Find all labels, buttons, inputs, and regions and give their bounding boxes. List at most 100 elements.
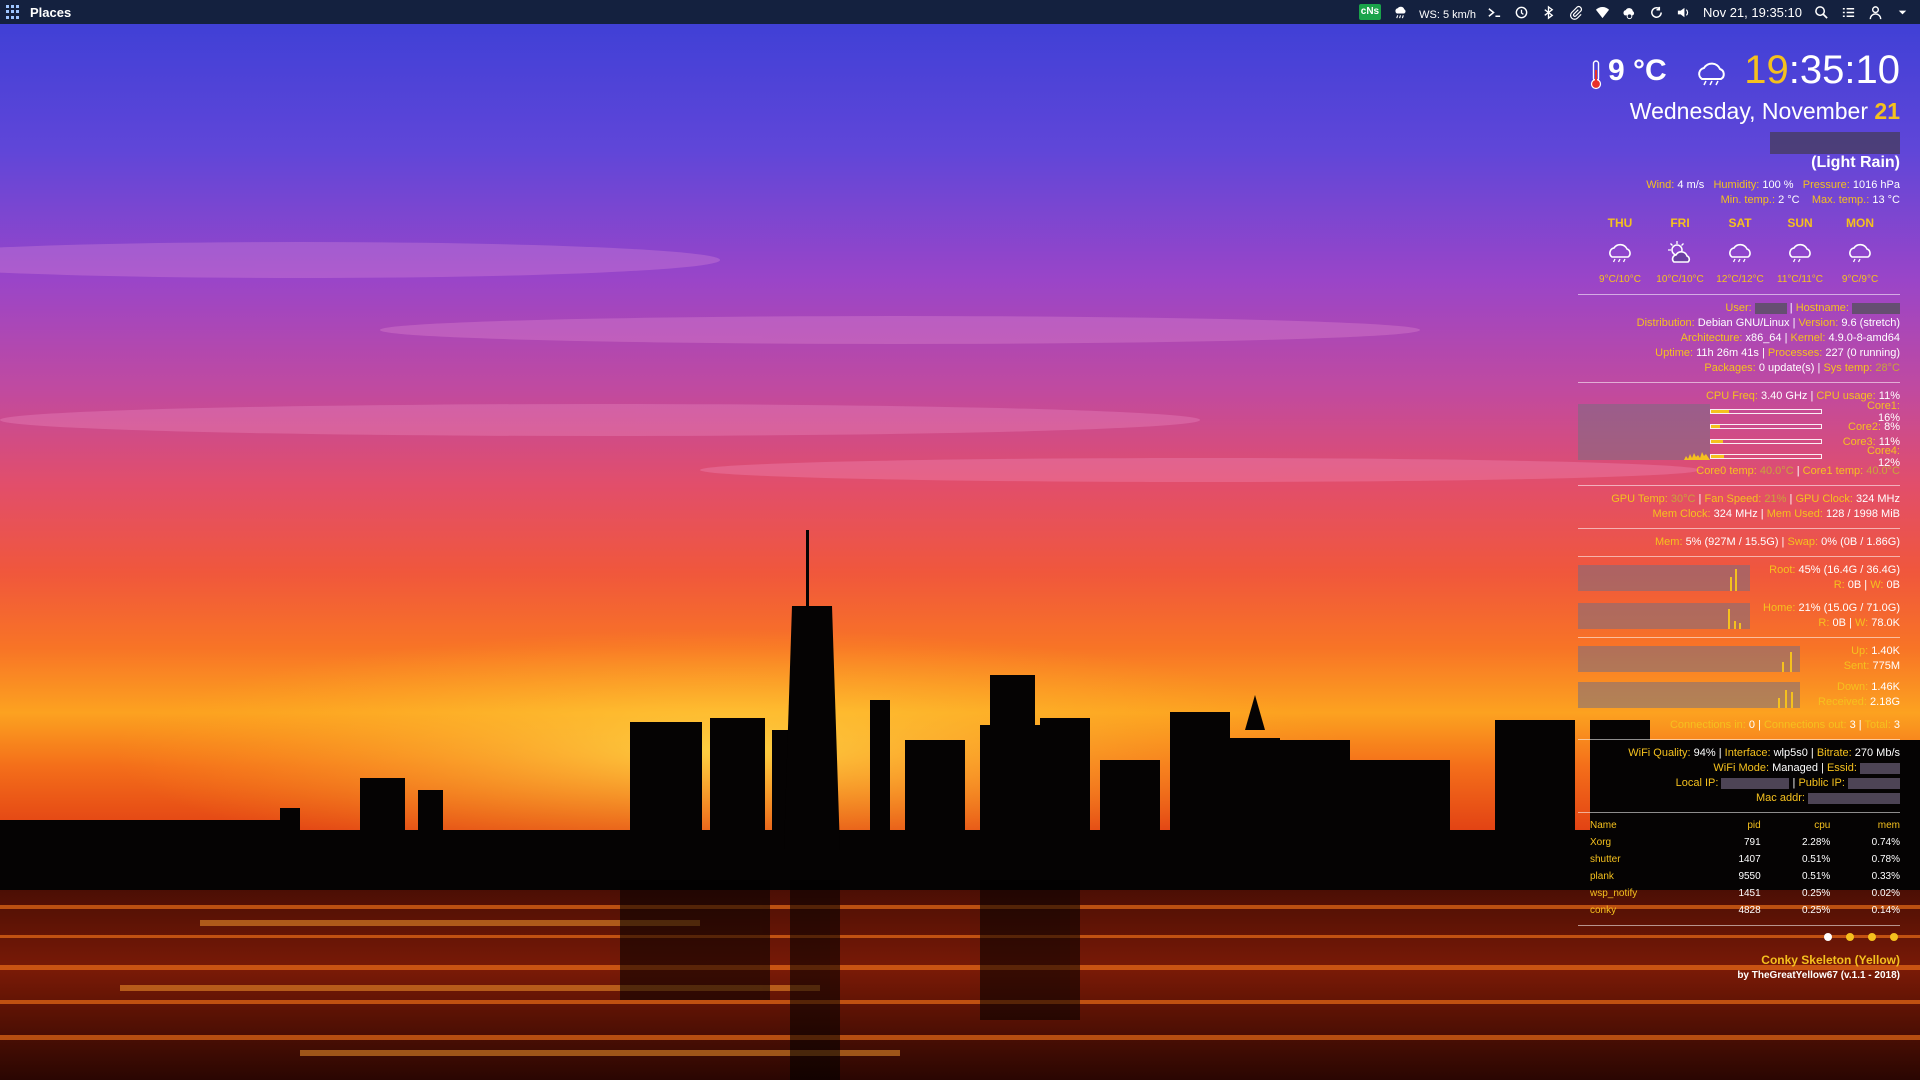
rain-cloud-icon <box>1789 243 1811 263</box>
uptime-row: Uptime: 11h 26m 41s | Processes: 227 (0 … <box>1655 347 1900 359</box>
page-dot[interactable] <box>1868 933 1876 941</box>
core-bar-fill <box>1711 425 1720 428</box>
swap-label: Swap: <box>1787 536 1819 548</box>
home-write-value: 78.0K <box>1871 617 1900 629</box>
connections-out-value: 3 <box>1849 719 1856 731</box>
user-host-row: User: | Hostname: <box>1578 301 1900 316</box>
conky-clock: 19:35:10 <box>1744 48 1900 93</box>
uptime-value: 11h 26m 41s <box>1696 347 1759 359</box>
forecast-temps: 12°C/12°C <box>1716 274 1764 285</box>
mem-used-value: 128 / 1998 MiB <box>1826 508 1900 520</box>
history-icon[interactable] <box>1514 4 1530 20</box>
connections-row: Connections in: 0 | Connections out: 3 |… <box>1669 719 1900 731</box>
page-dot[interactable] <box>1846 933 1854 941</box>
chevron-down-icon[interactable] <box>1894 4 1910 20</box>
refresh-icon[interactable] <box>1649 4 1665 20</box>
forecast-day-name: THU <box>1607 216 1633 230</box>
sent-value: 775M <box>1872 660 1900 672</box>
places-menu[interactable]: Places <box>30 5 71 20</box>
distro-row: Distribution: Debian GNU/Linux | Version… <box>1636 317 1900 329</box>
cpu-freq-value: 3.40 GHz <box>1760 390 1808 402</box>
root-disk-graph <box>1578 565 1750 591</box>
user-icon[interactable] <box>1867 4 1883 20</box>
column-header-mem: mem <box>1877 820 1900 831</box>
rain-cloud-icon <box>1698 62 1725 86</box>
essid-label: Essid: <box>1826 762 1857 774</box>
current-temperature: 9 °C <box>1608 54 1667 87</box>
process-pid: 1407 <box>1738 854 1761 865</box>
version-label: Version: <box>1798 317 1839 329</box>
core-bar-fill <box>1711 455 1725 458</box>
menu-list-icon[interactable] <box>1840 4 1856 20</box>
page-dot-active[interactable] <box>1824 933 1832 941</box>
masked-local-ip <box>1721 777 1790 789</box>
user-label: User: <box>1725 302 1752 314</box>
up-value: 1.40K <box>1871 645 1900 657</box>
terminal-icon[interactable] <box>1487 4 1503 20</box>
fan-speed-value: 21% <box>1764 493 1787 505</box>
upload-spikes <box>1782 652 1792 672</box>
disk-section: Root: 45% (16.4G / 36.4G) R: 0B | W: 0B … <box>1578 563 1900 631</box>
bitrate-label: Bitrate: <box>1816 747 1852 759</box>
cns-indicator[interactable]: cNs <box>1358 4 1382 20</box>
process-pid: 791 <box>1744 837 1761 848</box>
connections-total-label: Total: <box>1864 719 1891 731</box>
swap-value: 0% (0B / 1.86G) <box>1821 536 1900 548</box>
process-cpu: 0.25% <box>1801 888 1831 899</box>
masked-essid <box>1860 762 1900 774</box>
process-name: plank <box>1590 871 1614 882</box>
process-cpu: 0.25% <box>1801 905 1831 916</box>
connections-in-label: Connections in: <box>1669 719 1746 731</box>
version-value: 9.6 (stretch) <box>1841 317 1900 329</box>
cloud-sync-icon[interactable] <box>1622 4 1638 20</box>
wifi-section: WiFi Quality: 94% | Interface: wlp5s0 | … <box>1578 746 1900 806</box>
arch-value: x86_64 <box>1745 332 1782 344</box>
wifi-icon[interactable] <box>1595 4 1611 20</box>
weather-rain-icon[interactable] <box>1392 4 1408 20</box>
masked-public-ip <box>1848 777 1900 789</box>
max-temp-value: 13 °C <box>1872 194 1900 206</box>
core-bar <box>1710 439 1822 444</box>
process-table: Name pid cpu mem Xorg 791 2.28% 0.74% sh… <box>1590 817 1900 919</box>
divider <box>1578 528 1900 529</box>
wifi-mode-value: Managed <box>1772 762 1818 774</box>
page-dot[interactable] <box>1890 933 1898 941</box>
cpu-freq-label: CPU Freq: <box>1705 390 1758 402</box>
panel-clock[interactable]: Nov 21, 19:35:10 <box>1703 5 1802 20</box>
paperclip-icon[interactable] <box>1568 4 1584 20</box>
home-disk-spikes <box>1728 609 1741 629</box>
down-label: Down: <box>1837 681 1869 693</box>
date-prefix: Wednesday, November <box>1629 98 1875 124</box>
kernel-label: Kernel: <box>1790 332 1826 344</box>
bluetooth-icon[interactable] <box>1541 4 1557 20</box>
forecast-day: THU 9°C/10°C <box>1590 216 1650 288</box>
wind-speed-text: WS: 5 km/h <box>1419 9 1476 21</box>
divider <box>1578 485 1900 486</box>
process-pid: 1451 <box>1738 888 1761 899</box>
cpu-section: CPU Freq: 3.40 GHz | CPU usage: 11% Core… <box>1578 389 1900 479</box>
search-icon[interactable] <box>1813 4 1829 20</box>
wind-label: Wind: <box>1646 179 1675 191</box>
core1-temp-value: 40.0°C <box>1866 465 1900 477</box>
process-row: wsp_notify 1451 0.25% 0.02% <box>1590 885 1900 902</box>
process-mem: 0.02% <box>1871 888 1900 899</box>
upload-graph <box>1578 646 1800 672</box>
home-write-label: W: <box>1854 617 1869 629</box>
process-mem: 0.74% <box>1871 837 1900 848</box>
process-row: shutter 1407 0.51% 0.78% <box>1590 851 1900 868</box>
conky-theme-byline: by TheGreatYellow67 (v.1.1 - 2018) <box>1737 970 1900 981</box>
conky-widget: 9 °C 19:35:10 Wednesday, November 21 (Li… <box>1578 48 1900 983</box>
memory-row: Mem: 5% (927M / 15.5G) | Swap: 0% (0B / … <box>1655 536 1900 548</box>
apps-grid-icon[interactable] <box>6 5 20 19</box>
volume-icon[interactable] <box>1676 4 1692 20</box>
cpu-graph-spikes <box>1684 452 1710 460</box>
network-section: Up: 1.40K Sent: 775M Down: 1.46K Receive… <box>1578 644 1900 714</box>
clock-hour: 19 <box>1744 48 1789 92</box>
core0-temp-label: Core0 temp: <box>1696 465 1757 477</box>
interface-value: wlp5s0 <box>1773 747 1808 759</box>
wifi-quality-label: WiFi Quality: <box>1628 747 1691 759</box>
humidity-label: Humidity: <box>1713 179 1760 191</box>
rain-cloud-icon <box>1849 243 1871 263</box>
forecast-day: MON 9°C/9°C <box>1830 216 1890 288</box>
home-disk-graph <box>1578 603 1750 629</box>
